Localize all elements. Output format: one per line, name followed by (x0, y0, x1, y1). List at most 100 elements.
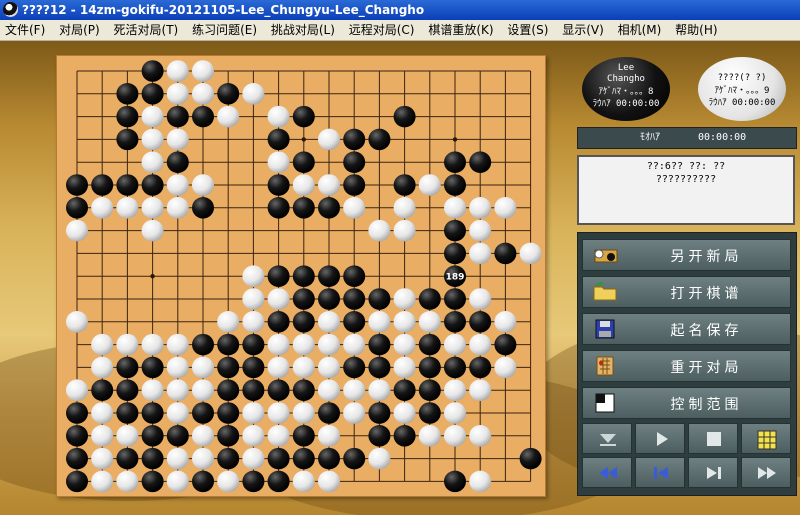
white-stone (494, 311, 517, 333)
move-timer: ﾓｵﾊｱ 00:00:00 (577, 127, 797, 149)
board-grid[interactable]: 189 (57, 56, 545, 496)
black-stone (267, 447, 290, 470)
go-board[interactable]: 189 (56, 55, 546, 497)
first-move-button[interactable] (582, 457, 632, 488)
black-stone (217, 379, 240, 401)
black-stone (343, 311, 366, 333)
new-game-button[interactable]: 另开新局 (582, 239, 791, 271)
menu-view[interactable]: 显示(V) (557, 20, 609, 40)
black-stone (192, 470, 214, 493)
white-stone (166, 83, 189, 105)
save-named-button[interactable]: 起名保存 (582, 313, 791, 345)
black-stone (343, 128, 366, 151)
white-stone (141, 128, 164, 151)
white-stone (192, 174, 214, 196)
white-stone (393, 333, 416, 356)
stop-button[interactable] (688, 423, 738, 454)
white-stone (242, 402, 265, 424)
white-stone (444, 333, 466, 356)
white-stone (242, 447, 265, 470)
menu-file[interactable]: 文件(F) (0, 20, 50, 40)
app-icon (3, 2, 18, 17)
white-player-name: ????(? ?) (717, 73, 767, 83)
white-stone (91, 425, 114, 447)
menu-life-death[interactable]: 死活对局(T) (109, 20, 184, 40)
white-stone (166, 379, 189, 401)
play-icon (657, 432, 668, 446)
white-stone (418, 311, 441, 333)
last-move-button[interactable] (741, 457, 791, 488)
white-stone (192, 83, 214, 105)
black-stone (192, 402, 214, 424)
new-game-label: 另开新局 (670, 249, 743, 265)
black-stone (343, 447, 366, 470)
white-stone (393, 219, 416, 242)
white-stone (217, 311, 240, 333)
white-time: ﾗｳﾊｱ 00:00:00 (708, 98, 776, 108)
white-stone (192, 425, 214, 447)
prev-variation-button[interactable] (582, 423, 632, 454)
black-stone (141, 174, 164, 196)
restart-game-button[interactable]: 重开对局 (582, 350, 791, 382)
menu-practice[interactable]: 练习问题(E) (187, 20, 262, 40)
white-stone (318, 128, 340, 151)
black-player-name-2: Changho (607, 74, 645, 84)
save-disk-icon (595, 319, 615, 339)
grid-calculator-icon (757, 430, 777, 450)
black-stone (343, 151, 366, 173)
black-stone (91, 379, 114, 401)
control-range-button[interactable]: 控制范围 (582, 387, 791, 419)
white-stone (519, 242, 542, 265)
black-stone (343, 288, 366, 310)
black-captures: ｱｹﾞﾊﾏ・。。。8 (598, 87, 654, 97)
info-line-2: ?????????? (655, 174, 717, 185)
white-stone (494, 356, 517, 379)
black-stone (292, 379, 315, 401)
white-stone (242, 425, 265, 447)
menu-help[interactable]: 帮助(H) (670, 20, 722, 40)
black-stone (368, 356, 391, 379)
black-stone (141, 356, 164, 379)
timer-value: 00:00:00 (698, 132, 747, 143)
white-stone (141, 379, 164, 401)
black-stone (444, 151, 466, 173)
white-stone (469, 219, 492, 242)
black-stone (267, 311, 290, 333)
prev-move-button[interactable] (635, 457, 685, 488)
white-stone (141, 333, 164, 356)
black-stone (519, 447, 542, 470)
black-stone (494, 242, 517, 265)
white-stone (469, 197, 492, 219)
window-title: ????12 - 14zm-gokifu-20121105-Lee_Chungy… (22, 3, 425, 17)
black-stone (418, 379, 441, 401)
menu-camera[interactable]: 相机(M) (613, 20, 667, 40)
black-stone (141, 60, 164, 82)
black-stone (217, 402, 240, 424)
menu-challenge[interactable]: 挑战对局(L) (266, 20, 340, 40)
black-stone (116, 356, 139, 379)
arrow-down-icon (600, 434, 616, 446)
menu-settings[interactable]: 设置(S) (502, 20, 553, 40)
play-button[interactable] (635, 423, 685, 454)
white-stone (242, 288, 265, 310)
white-stone (393, 288, 416, 310)
black-stone (141, 425, 164, 447)
next-move-button[interactable] (688, 457, 738, 488)
black-stone (217, 356, 240, 379)
menu-game[interactable]: 对局(P) (54, 20, 105, 40)
white-stone (368, 447, 391, 470)
control-range-label: 控制范围 (670, 397, 743, 413)
white-stone (343, 333, 366, 356)
white-stone (469, 470, 492, 493)
control-panel: 另开新局 打开棋谱 起名保存 重开对局 控制范围 (577, 232, 797, 496)
white-stone (217, 470, 240, 493)
black-stone (469, 311, 492, 333)
open-record-button[interactable]: 打开棋谱 (582, 276, 791, 308)
calculator-button[interactable] (741, 423, 791, 454)
menu-replay[interactable]: 棋谱重放(K) (423, 20, 498, 40)
menu-remote[interactable]: 远程对局(C) (344, 20, 420, 40)
black-stone (267, 265, 290, 287)
black-stone (267, 174, 290, 196)
white-stone (116, 197, 139, 219)
black-stone (444, 288, 466, 310)
